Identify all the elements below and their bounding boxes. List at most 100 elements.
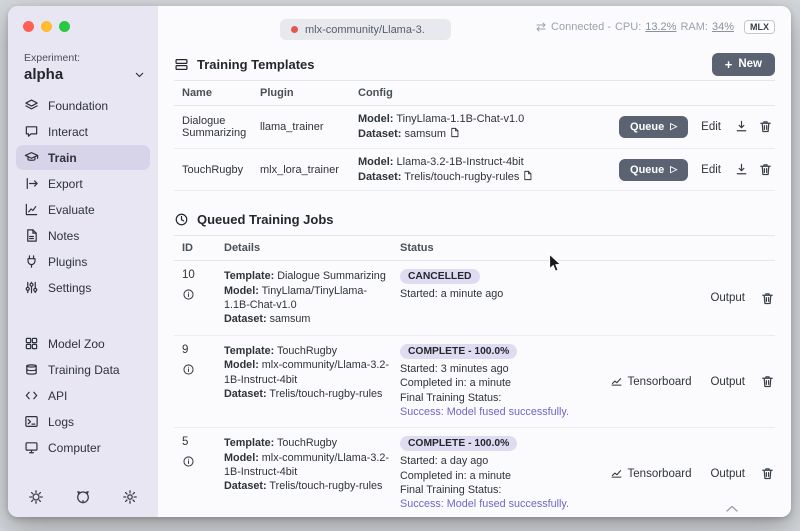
tensorboard-button[interactable]: Tensorboard <box>606 372 696 391</box>
sidebar-item-settings[interactable]: Settings <box>16 275 150 300</box>
github-icon[interactable] <box>75 489 91 505</box>
info-icon[interactable] <box>182 363 195 376</box>
jobs-table-header: ID Details Status <box>174 235 775 262</box>
dataset-label: Dataset: <box>224 387 267 400</box>
sidebar-item-api[interactable]: API <box>16 383 150 408</box>
template-plugin: llama_trainer <box>260 120 324 133</box>
sidebar-item-export[interactable]: Export <box>16 171 150 196</box>
sidebar-item-model-zoo[interactable]: Model Zoo <box>16 331 150 356</box>
job-row: 9 Template: TouchRugby Model: mlx-commun… <box>174 336 775 429</box>
sidebar-item-computer[interactable]: Computer <box>16 435 150 460</box>
experiment-label: Experiment: <box>24 52 81 64</box>
template-config: Model: TinyLlama-1.1B-Chat-v1.0 Dataset:… <box>358 112 613 142</box>
job-id: 10 <box>182 269 195 282</box>
chart-line-icon <box>611 378 622 386</box>
nav-label: Settings <box>48 280 92 295</box>
final-status-value: Success: Model fused successfully. <box>400 405 570 418</box>
model-label: Model: <box>224 359 259 372</box>
job-actions: Tensorboard Output <box>607 464 775 483</box>
sidebar-item-train[interactable]: Train <box>16 145 150 170</box>
sidebar-footer <box>8 489 158 505</box>
graduation-cap-icon <box>24 152 39 161</box>
cpu-value[interactable]: 13.2% <box>645 21 676 33</box>
output-button[interactable]: Output <box>706 289 749 307</box>
connected-icon: ⇄ <box>535 20 547 34</box>
theme-toggle-sun-icon[interactable] <box>28 489 44 505</box>
monitor-icon <box>25 442 38 454</box>
experiment-selector[interactable]: alpha <box>24 66 146 83</box>
terminal-icon <box>25 416 38 427</box>
template-row: Dialogue Summarizing llama_trainer Model… <box>174 106 775 149</box>
sidebar-nav-secondary: Model Zoo Training Data API Logs Compute… <box>8 329 158 461</box>
download-icon[interactable] <box>734 119 749 134</box>
collapse-caret-icon[interactable] <box>725 504 739 513</box>
document-icon <box>451 127 459 137</box>
job-id-cell: 5 <box>182 436 224 511</box>
info-icon[interactable] <box>182 455 195 468</box>
sidebar-item-interact[interactable]: Interact <box>16 119 150 144</box>
system-status: ⇄ Connected - CPU: 13.2% RAM: 34% MLX <box>536 20 775 34</box>
gear-icon[interactable] <box>122 489 138 505</box>
col-name: Name <box>182 87 212 99</box>
minimize-window-button[interactable] <box>41 21 52 32</box>
completed-text: Completed in: a minute <box>400 469 512 482</box>
trash-icon[interactable] <box>758 119 773 134</box>
output-button[interactable]: Output <box>706 465 749 483</box>
dataset-value: Trelis/touch-rugby-rules <box>404 170 520 183</box>
sidebar-item-foundation[interactable]: Foundation <box>16 93 150 118</box>
template-row: TouchRugby mlx_lora_trainer Model: Llama… <box>174 149 775 192</box>
nav-label: Logs <box>48 414 75 429</box>
trash-icon[interactable] <box>760 466 775 481</box>
foundation-model-badge[interactable]: mlx-community/Llama-3. <box>280 19 451 40</box>
nav-label: Notes <box>48 228 80 243</box>
dataset-value: Trelis/touch-rugby-rules <box>269 387 383 400</box>
output-button[interactable]: Output <box>706 373 749 391</box>
templates-table-header: Name Plugin Config <box>174 80 775 106</box>
edit-button[interactable]: Edit <box>697 118 725 136</box>
trash-icon[interactable] <box>760 291 775 306</box>
job-status: CANCELLED Started: a minute ago <box>400 269 607 326</box>
dataset-value: samsum <box>269 313 311 326</box>
job-id: 9 <box>182 343 189 356</box>
queue-label: Queue <box>630 163 665 176</box>
tensorboard-button[interactable]: Tensorboard <box>606 464 696 483</box>
plug-icon <box>27 255 36 268</box>
job-details: Template: Dialogue Summarizing Model: Ti… <box>224 269 400 326</box>
nav-label: Train <box>48 150 77 165</box>
edit-button[interactable]: Edit <box>697 161 725 179</box>
job-status: COMPLETE - 100.0% Started: a day ago Com… <box>400 436 607 511</box>
status-badge: COMPLETE - 100.0% <box>400 343 518 359</box>
trash-icon[interactable] <box>760 374 775 389</box>
job-actions: Output <box>607 289 775 307</box>
new-template-button[interactable]: + New <box>711 52 775 76</box>
template-actions: Queue ▷ Edit <box>613 158 775 181</box>
chevron-down-icon <box>135 72 144 78</box>
sidebar-item-plugins[interactable]: Plugins <box>16 249 150 274</box>
dataset-label: Dataset: <box>358 127 402 140</box>
model-value: TinyLlama-1.1B-Chat-v1.0 <box>396 113 525 125</box>
queue-button[interactable]: Queue ▷ <box>619 158 689 181</box>
trash-icon[interactable] <box>758 162 773 177</box>
info-icon[interactable] <box>182 288 195 301</box>
nav-label: API <box>48 388 68 403</box>
job-status: COMPLETE - 100.0% Started: 3 minutes ago… <box>400 343 607 419</box>
job-details: Template: TouchRugby Model: mlx-communit… <box>224 436 400 511</box>
sidebar-item-evaluate[interactable]: Evaluate <box>16 197 150 222</box>
sliders-icon <box>25 281 38 294</box>
close-window-button[interactable] <box>23 21 34 32</box>
sidebar-item-logs[interactable]: Logs <box>16 409 150 434</box>
zoom-window-button[interactable] <box>59 21 70 32</box>
content: Training Templates + New Name Plugin Con… <box>158 48 791 517</box>
dataset-value: samsum <box>404 127 447 140</box>
top-bar: mlx-community/Llama-3. ⇄ Connected - CPU… <box>158 6 791 48</box>
model-label: Model: <box>358 155 394 168</box>
queue-button[interactable]: Queue ▷ <box>619 115 689 138</box>
completed-text: Completed in: a minute <box>400 377 512 390</box>
sidebar-item-notes[interactable]: Notes <box>16 223 150 248</box>
grid-icon <box>25 337 38 350</box>
sidebar-item-training-data[interactable]: Training Data <box>16 357 150 382</box>
download-icon[interactable] <box>734 162 749 177</box>
template-actions: Queue ▷ Edit <box>613 115 775 138</box>
ram-value[interactable]: 34% <box>712 21 734 33</box>
job-id-cell: 9 <box>182 344 224 419</box>
